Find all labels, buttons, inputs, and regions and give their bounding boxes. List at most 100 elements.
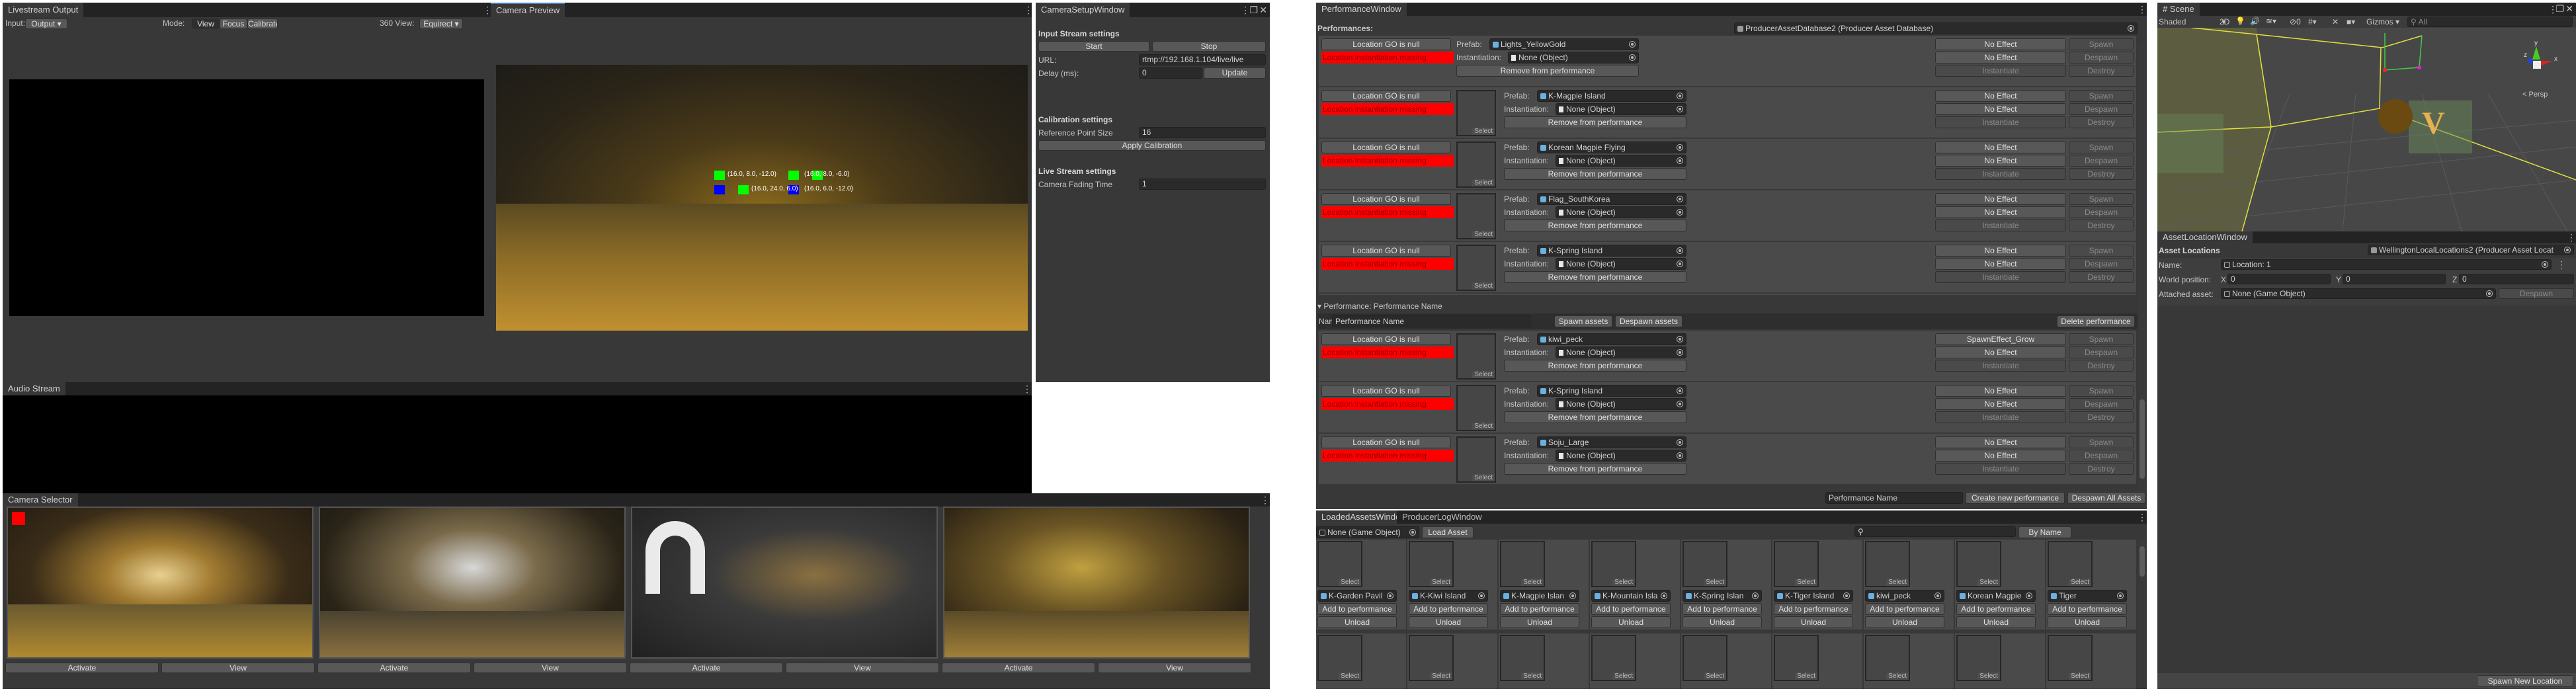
select-button[interactable]: Select <box>1977 579 2000 586</box>
unload-button[interactable]: Unload <box>1865 616 1944 628</box>
despawn-all-assets-button[interactable]: Despawn All Assets <box>2067 492 2145 504</box>
object-picker-icon[interactable] <box>1677 401 1683 407</box>
object-picker-icon[interactable] <box>1677 247 1683 254</box>
select-button[interactable]: Select <box>1704 579 1726 586</box>
mirror-sphere[interactable] <box>2378 99 2413 134</box>
spawn-effect-dropdown[interactable]: No Effect <box>1935 245 2066 257</box>
update-button[interactable]: Update <box>1204 67 1266 79</box>
toggle-2d-button[interactable]: 2D <box>2220 17 2229 26</box>
url-input[interactable]: rtmp://192.168.1.104/live/live <box>1139 54 1266 65</box>
close-icon[interactable]: ✕ <box>1259 4 1267 16</box>
select-button[interactable]: Select <box>1430 579 1452 586</box>
more-menu-icon[interactable]: ⋮ <box>1261 495 1270 505</box>
destroy-button[interactable]: Destroy <box>2069 168 2134 180</box>
destroy-button[interactable]: Destroy <box>2069 116 2134 128</box>
instantiation-field[interactable]: None (Object) <box>1556 206 1686 218</box>
spawn-assets-button[interactable]: Spawn assets <box>1554 315 1612 327</box>
tab-producer-log[interactable]: ProducerLogWindow <box>1397 510 1487 524</box>
select-button[interactable]: Select <box>1430 672 1452 680</box>
location-menu-icon[interactable]: ⋮ <box>2557 259 2566 270</box>
object-picker-icon[interactable] <box>1677 106 1683 112</box>
apply-calibration-button[interactable]: Apply Calibration <box>1038 140 1266 151</box>
select-button[interactable]: Select <box>1472 474 1495 481</box>
despawn-button[interactable]: Despawn <box>2069 52 2134 63</box>
prefab-field[interactable]: K-Spring Island <box>1537 245 1686 257</box>
camera-thumbnail-2[interactable] <box>319 507 626 659</box>
spawn-button[interactable]: Spawn <box>2069 193 2134 205</box>
destroy-button[interactable]: Destroy <box>2069 65 2134 77</box>
maximize-icon[interactable]: ❐ <box>2555 3 2564 15</box>
maximize-icon[interactable]: ❐ <box>1249 4 1258 16</box>
select-button[interactable]: Select <box>2069 672 2091 680</box>
despawn-button[interactable]: Despawn <box>2069 258 2134 270</box>
more-menu-icon[interactable]: ⋮ <box>1024 5 1032 15</box>
select-button[interactable]: Select <box>1339 672 1361 680</box>
view-camera-1-button[interactable]: View <box>161 663 315 673</box>
unload-button[interactable]: Unload <box>1500 616 1579 628</box>
instantiate-button[interactable]: Instantiate <box>1935 271 2066 283</box>
destroy-button[interactable]: Destroy <box>2069 360 2134 372</box>
object-picker-icon[interactable] <box>1677 157 1683 164</box>
spawn-button[interactable]: Spawn <box>2069 333 2134 345</box>
despawn-effect-dropdown[interactable]: No Effect <box>1935 450 2066 462</box>
spawn-effect-dropdown[interactable]: No Effect <box>1935 436 2066 448</box>
unload-button[interactable]: Unload <box>2048 616 2127 628</box>
spawn-button[interactable]: Spawn <box>2069 436 2134 448</box>
position-z-input[interactable]: 0 <box>2459 274 2574 284</box>
object-picker-icon[interactable] <box>1677 439 1683 446</box>
spawn-effect-dropdown[interactable]: No Effect <box>1935 142 2066 153</box>
asset-object-field[interactable]: K-Mountain Isla <box>1591 590 1671 602</box>
location-name-field[interactable]: Location: 1 <box>2221 259 2552 270</box>
add-to-performance-button[interactable]: Add to performance <box>1865 603 1944 615</box>
spawn-effect-dropdown[interactable]: No Effect <box>1935 90 2066 102</box>
scene-viewport[interactable]: V y x z < Persp <box>2157 28 2576 231</box>
asset-database-field[interactable]: ProducerAssetDatabase2 (Producer Asset D… <box>1734 22 2138 34</box>
select-button[interactable]: Select <box>1472 128 1495 135</box>
remove-from-performance-button[interactable]: Remove from performance <box>1504 360 1686 372</box>
despawn-effect-dropdown[interactable]: No Effect <box>1935 398 2066 410</box>
more-menu-icon[interactable]: ⋮ <box>2138 4 2147 15</box>
position-y-input[interactable]: 0 <box>2343 274 2446 284</box>
object-picker-icon[interactable] <box>1752 592 1759 599</box>
spawn-effect-dropdown[interactable]: No Effect <box>1935 193 2066 205</box>
object-picker-icon[interactable] <box>1661 592 1667 599</box>
unload-button[interactable]: Unload <box>1409 616 1488 628</box>
scrollbar-thumb[interactable] <box>2140 546 2145 577</box>
tab-camera-selector[interactable]: Camera Selector <box>3 493 78 507</box>
object-picker-icon[interactable] <box>1629 41 1636 48</box>
object-picker-icon[interactable] <box>1677 452 1683 459</box>
select-button[interactable]: Select <box>1472 282 1495 290</box>
more-menu-icon[interactable]: ⋮ <box>1022 384 1032 394</box>
location-go-button[interactable]: Location GO is null <box>1321 142 1451 153</box>
object-picker-icon[interactable] <box>1677 387 1683 394</box>
spawn-button[interactable]: Spawn <box>2069 385 2134 397</box>
effects-icon[interactable]: ≋▾ <box>2266 17 2276 26</box>
delay-input[interactable]: 0 <box>1139 67 1202 79</box>
object-picker-icon[interactable] <box>2486 290 2493 297</box>
tab-scene[interactable]: # Scene <box>2157 3 2200 16</box>
asset-object-field[interactable]: kiwi_peck <box>1865 590 1944 602</box>
activate-camera-1-button[interactable]: Activate <box>5 663 159 673</box>
close-icon[interactable]: ✕ <box>2565 3 2573 15</box>
activate-camera-4-button[interactable]: Activate <box>942 663 1095 673</box>
select-button[interactable]: Select <box>1886 579 1909 586</box>
tab-camera-setup[interactable]: CameraSetupWindow <box>1036 3 1130 17</box>
object-picker-icon[interactable] <box>2542 261 2548 268</box>
camera-thumbnail-4[interactable] <box>943 507 1250 659</box>
scrollbar-thumb[interactable] <box>2140 399 2145 479</box>
location-go-button[interactable]: Location GO is null <box>1321 38 1451 50</box>
prefab-field[interactable]: kiwi_peck <box>1537 333 1686 345</box>
unload-button[interactable]: Unload <box>1317 616 1397 628</box>
location-go-button[interactable]: Location GO is null <box>1321 385 1451 397</box>
select-button[interactable]: Select <box>1472 179 1495 186</box>
select-button[interactable]: Select <box>1472 423 1495 430</box>
asset-object-field[interactable]: Tiger <box>2048 590 2127 602</box>
despawn-effect-dropdown[interactable]: No Effect <box>1935 258 2066 270</box>
lighting-icon[interactable]: 💡 <box>2235 17 2245 26</box>
instantiation-field[interactable]: None (Object) <box>1556 346 1686 358</box>
object-picker-icon[interactable] <box>1677 261 1683 267</box>
unload-button[interactable]: Unload <box>1591 616 1671 628</box>
despawn-effect-dropdown[interactable]: No Effect <box>1935 346 2066 358</box>
despawn-location-button[interactable]: Despawn <box>2499 288 2574 299</box>
despawn-effect-dropdown[interactable]: No Effect <box>1935 103 2066 115</box>
